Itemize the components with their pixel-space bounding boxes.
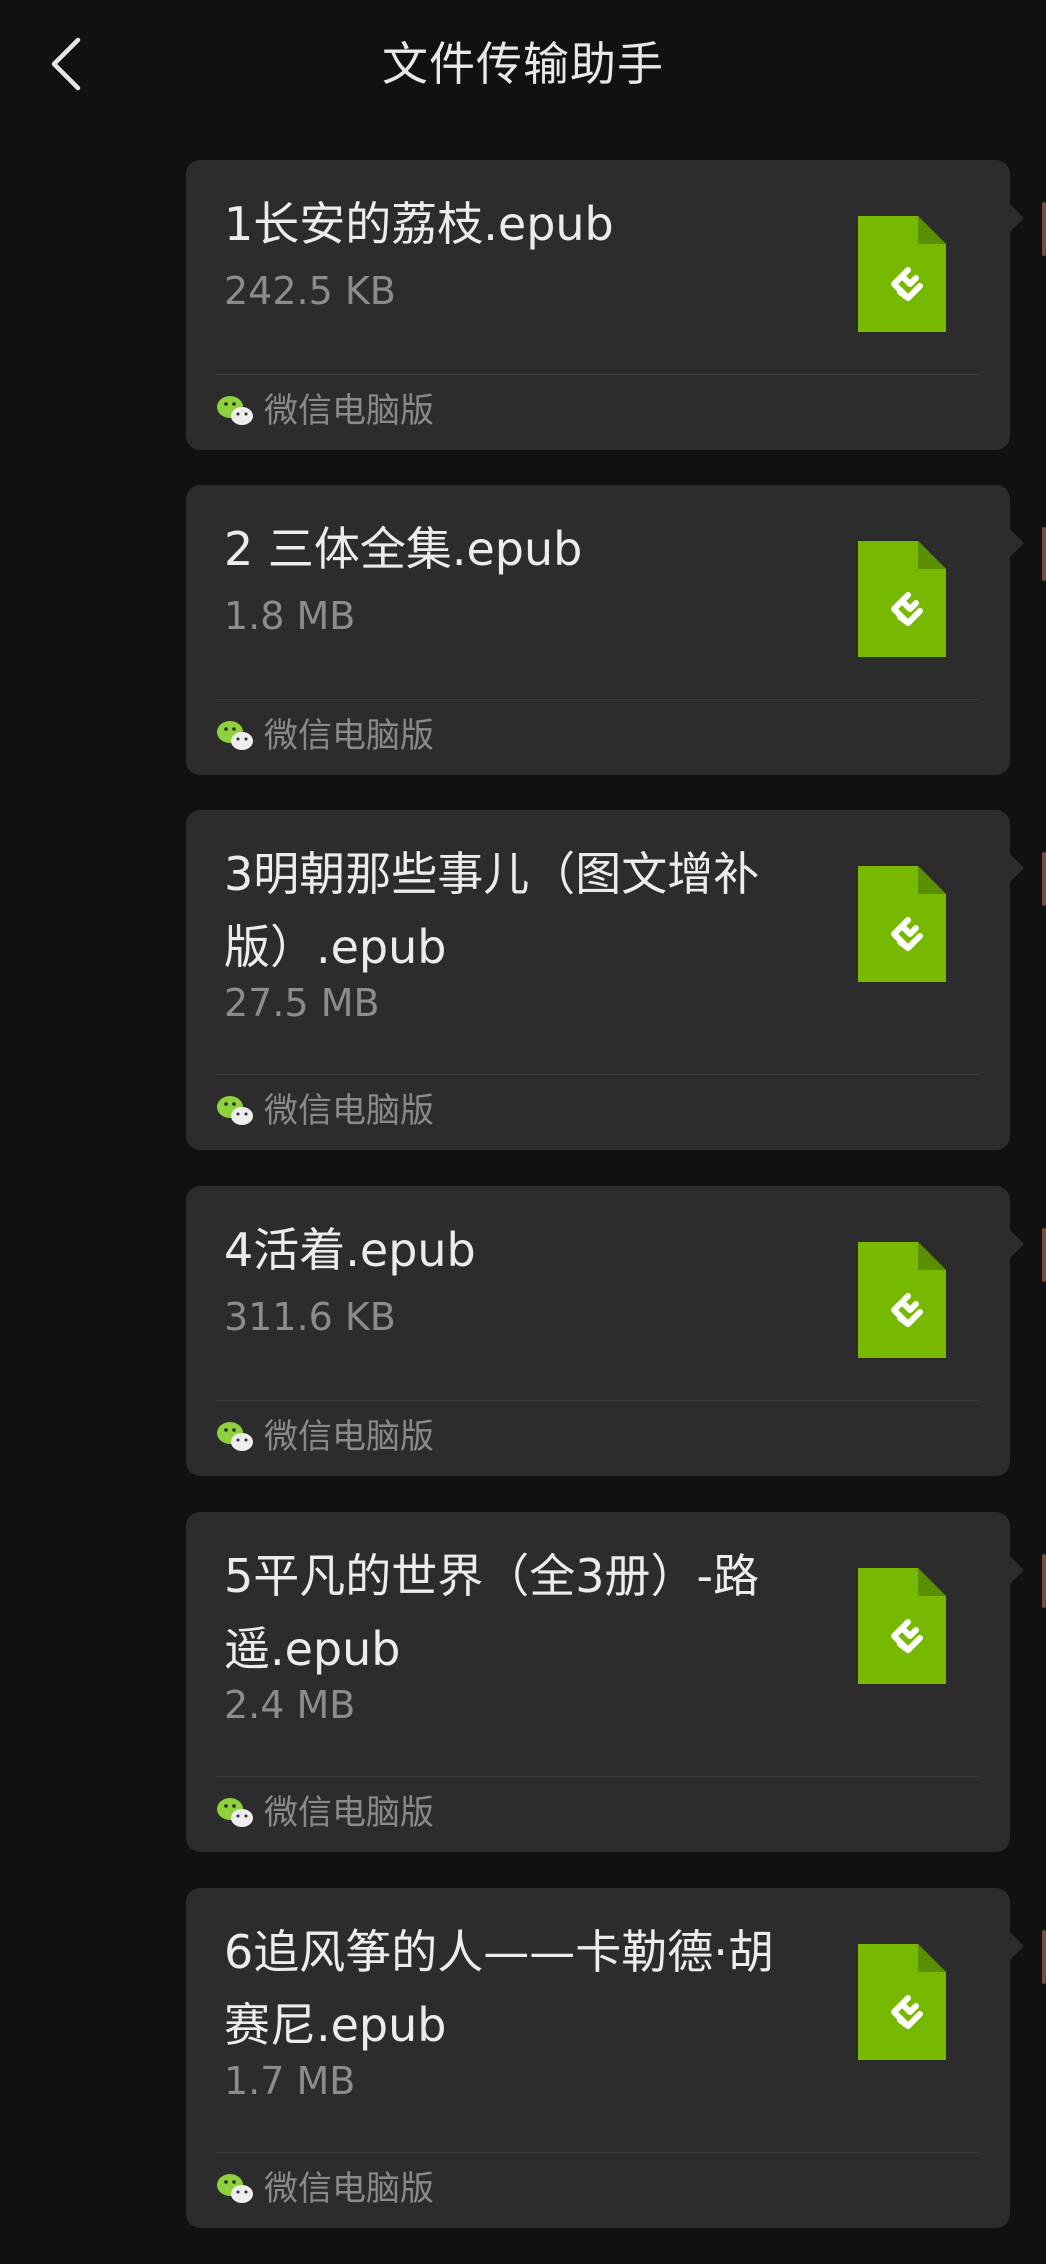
top-bar: 文件传输助手 bbox=[0, 0, 1046, 128]
divider bbox=[216, 1074, 980, 1075]
avatar-edge bbox=[1042, 527, 1046, 581]
file-message-card[interactable]: 3明朝那些事儿（图文增补版）.epub 27.5 MB 微信电脑版 bbox=[186, 810, 1024, 1150]
file-message-card[interactable]: 4活着.epub 311.6 KB 微信电脑版 bbox=[186, 1186, 1024, 1476]
file-message-card[interactable]: 2 三体全集.epub 1.8 MB 微信电脑版 bbox=[186, 485, 1024, 775]
divider bbox=[216, 374, 980, 375]
file-name: 3明朝那些事儿（图文增补版）.epub bbox=[224, 847, 760, 974]
source-row: 微信电脑版 bbox=[216, 2164, 434, 2214]
file-size: 311.6 KB bbox=[224, 1295, 396, 1339]
source-label: 微信电脑版 bbox=[264, 1793, 434, 1833]
source-label: 微信电脑版 bbox=[264, 391, 434, 431]
file-name: 6追风筝的人——卡勒德·胡赛尼.epub bbox=[224, 1925, 774, 2052]
wechat-icon bbox=[217, 2174, 253, 2203]
file-name: 2 三体全集.epub bbox=[224, 522, 583, 576]
avatar-edge bbox=[1042, 852, 1046, 906]
divider bbox=[216, 1776, 980, 1777]
wechat-icon bbox=[217, 396, 253, 425]
epub-file-icon bbox=[858, 216, 946, 332]
file-size: 1.8 MB bbox=[224, 594, 356, 638]
page-title: 文件传输助手 bbox=[382, 37, 664, 91]
epub-file-icon bbox=[858, 541, 946, 657]
file-size: 2.4 MB bbox=[224, 1683, 356, 1727]
epub-file-icon bbox=[858, 1568, 946, 1684]
source-label: 微信电脑版 bbox=[264, 1091, 434, 1131]
divider bbox=[216, 699, 980, 700]
epub-file-icon bbox=[858, 1242, 946, 1358]
file-message-card[interactable]: 1长安的荔枝.epub 242.5 KB 微信电脑版 bbox=[186, 160, 1024, 450]
source-row: 微信电脑版 bbox=[216, 711, 434, 761]
wechat-icon bbox=[217, 1422, 253, 1451]
avatar-edge bbox=[1042, 1228, 1046, 1282]
file-name: 1长安的荔枝.epub bbox=[224, 197, 614, 251]
file-size: 1.7 MB bbox=[224, 2059, 356, 2103]
source-label: 微信电脑版 bbox=[264, 716, 434, 756]
source-row: 微信电脑版 bbox=[216, 1788, 434, 1838]
source-row: 微信电脑版 bbox=[216, 1412, 434, 1462]
wechat-icon bbox=[217, 1096, 253, 1125]
source-row: 微信电脑版 bbox=[216, 386, 434, 436]
file-message-card[interactable]: 6追风筝的人——卡勒德·胡赛尼.epub 1.7 MB 微信电脑版 bbox=[186, 1888, 1024, 2228]
file-name: 5平凡的世界（全3册）-路遥.epub bbox=[224, 1549, 760, 1676]
wechat-icon bbox=[217, 721, 253, 750]
divider bbox=[216, 2152, 980, 2153]
epub-file-icon bbox=[858, 1944, 946, 2060]
file-message-card[interactable]: 5平凡的世界（全3册）-路遥.epub 2.4 MB 微信电脑版 bbox=[186, 1512, 1024, 1852]
epub-file-icon bbox=[858, 866, 946, 982]
source-row: 微信电脑版 bbox=[216, 1086, 434, 1136]
file-size: 242.5 KB bbox=[224, 269, 396, 313]
source-label: 微信电脑版 bbox=[264, 2169, 434, 2209]
file-name: 4活着.epub bbox=[224, 1223, 476, 1277]
avatar-edge bbox=[1042, 202, 1046, 256]
divider bbox=[216, 1400, 980, 1401]
avatar-edge bbox=[1042, 1554, 1046, 1608]
wechat-icon bbox=[217, 1798, 253, 1827]
avatar-edge bbox=[1042, 1930, 1046, 1984]
source-label: 微信电脑版 bbox=[264, 1417, 434, 1457]
file-size: 27.5 MB bbox=[224, 981, 380, 1025]
